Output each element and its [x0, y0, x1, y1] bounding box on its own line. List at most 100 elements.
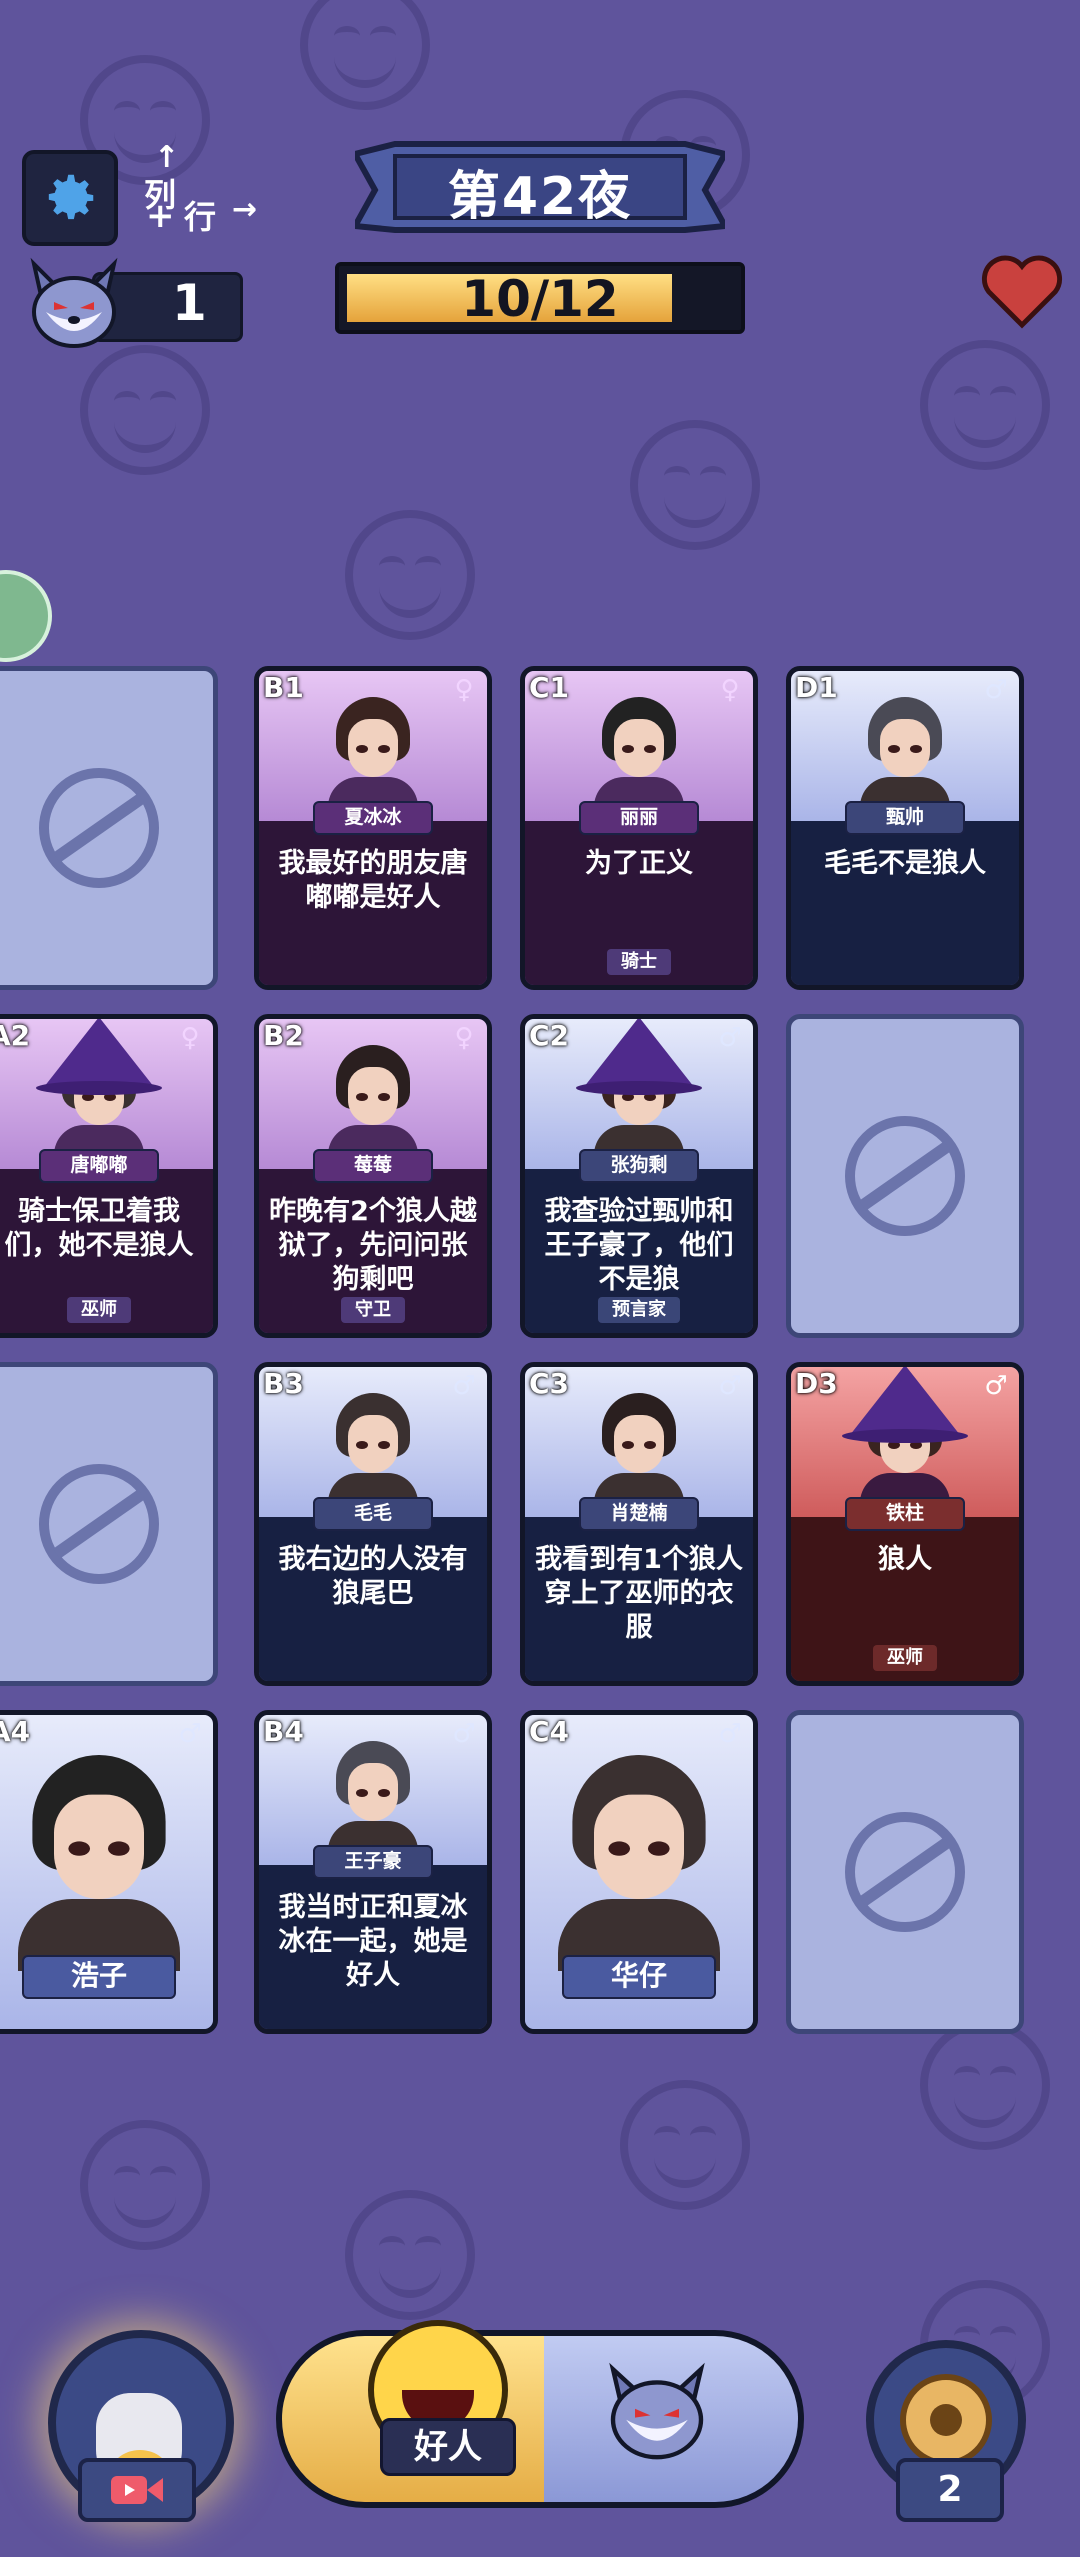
card-coordinate: B2 — [263, 1019, 304, 1052]
female-icon: ♀ — [454, 675, 474, 705]
character-card[interactable]: C1 ♀ 丽丽 为了正义 骑士 — [520, 666, 758, 990]
card-coordinate: A2 — [0, 1019, 31, 1052]
female-icon: ♀ — [720, 675, 740, 705]
night-title: 第42夜 — [447, 167, 633, 227]
character-card[interactable]: C2 ♂ 张狗剩我查验过甄帅和王子豪了，他们不是狼 预言家 — [520, 1014, 758, 1338]
wolf-counter: 1 — [22, 257, 243, 348]
empty-card[interactable] — [0, 666, 218, 990]
character-statement: 我右边的人没有狼尾巴 — [278, 1544, 468, 1609]
character-statement: 我最好的朋友唐嘟嘟是好人 — [278, 848, 468, 913]
female-icon: ♀ — [454, 1023, 474, 1053]
night-banner: 第42夜 — [355, 140, 725, 235]
wolf-side-icon — [609, 2362, 705, 2460]
male-icon: ♂ — [452, 1719, 476, 1749]
card-coordinate: B4 — [263, 1715, 304, 1748]
video-button[interactable] — [78, 2458, 196, 2522]
female-icon: ♀ — [180, 1023, 200, 1053]
character-statement: 狼人 — [878, 1544, 932, 1575]
character-card[interactable]: C4 ♂ 华仔 — [520, 1710, 758, 2034]
character-statement: 昨晚有2个狼人越狱了，先问问张狗剩吧 — [269, 1196, 477, 1295]
male-icon: ♂ — [178, 1719, 202, 1749]
card-coordinate: D3 — [795, 1367, 838, 1400]
role-badge: 巫师 — [67, 1297, 131, 1323]
character-portrait — [842, 1367, 968, 1513]
male-icon: ♂ — [984, 1371, 1008, 1401]
empty-card[interactable] — [0, 1362, 218, 1686]
character-name: 华仔 — [562, 1955, 716, 1999]
card-coordinate: D1 — [795, 671, 838, 704]
character-card[interactable]: A4 ♂ 浩子 — [0, 1710, 218, 2034]
gear-icon — [48, 174, 94, 220]
character-name: 莓莓 — [313, 1149, 433, 1183]
character-statement: 为了正义 — [585, 848, 693, 879]
character-portrait — [328, 697, 418, 817]
good-label: 好人 — [380, 2418, 516, 2476]
empty-card[interactable] — [786, 1014, 1024, 1338]
male-icon: ♂ — [984, 675, 1008, 705]
male-icon: ♂ — [718, 1719, 742, 1749]
character-name: 王子豪 — [313, 1845, 433, 1879]
empty-card[interactable] — [786, 1710, 1024, 2034]
video-icon — [111, 2476, 163, 2504]
male-icon: ♂ — [718, 1023, 742, 1053]
character-card[interactable]: C3 ♂ 肖楚楠 我看到有1个狼人穿上了巫师的衣服 — [520, 1362, 758, 1686]
settings-button[interactable] — [22, 150, 118, 246]
row-label: 行 — [184, 198, 217, 236]
cross-icon: + — [146, 196, 175, 236]
ban-icon — [39, 768, 159, 888]
character-name: 张狗剩 — [579, 1149, 699, 1183]
eye-icon — [900, 2374, 992, 2466]
character-portrait — [328, 1393, 418, 1513]
arrow-right-icon: → — [232, 192, 258, 227]
card-coordinate: B3 — [263, 1367, 304, 1400]
character-card[interactable]: B3 ♂ 毛毛我右边的人没有狼尾巴 — [254, 1362, 492, 1686]
character-portrait — [36, 1019, 162, 1165]
role-badge: 骑士 — [607, 949, 671, 975]
character-card[interactable]: B1 ♀ 夏冰冰 我最好的朋友唐嘟嘟是好人 — [254, 666, 492, 990]
heart-icon[interactable] — [980, 250, 1064, 330]
character-portrait — [18, 1755, 180, 1971]
character-statement: 我查验过甄帅和王子豪了，他们不是狼 — [544, 1196, 734, 1295]
card-coordinate: C2 — [529, 1019, 570, 1052]
ban-icon — [39, 1464, 159, 1584]
role-badge: 巫师 — [873, 1645, 937, 1671]
character-card[interactable]: D3 ♂ 铁柱狼人巫师 — [786, 1362, 1024, 1686]
side-toggle[interactable] — [276, 2330, 804, 2508]
male-icon: ♂ — [718, 1371, 742, 1401]
character-statement: 我当时正和夏冰冰在一起，她是好人 — [278, 1892, 468, 1991]
card-coordinate: A4 — [0, 1715, 31, 1748]
card-coordinate: C4 — [529, 1715, 570, 1748]
character-name: 毛毛 — [313, 1497, 433, 1531]
ban-icon — [845, 1812, 965, 1932]
orientation-hint: ↑ 列 + 行 → — [140, 140, 257, 240]
character-card[interactable]: B4 ♂ 王子豪我当时正和夏冰冰在一起，她是好人 — [254, 1710, 492, 2034]
character-portrait — [576, 1019, 702, 1165]
character-card[interactable]: A2 ♀ 唐嘟嘟骑士保卫着我们，她不是狼人巫师 — [0, 1014, 218, 1338]
side-tab[interactable] — [0, 570, 52, 662]
progress-text: 10/12 — [461, 270, 619, 328]
role-badge: 守卫 — [341, 1297, 405, 1323]
character-statement: 骑士保卫着我们，她不是狼人 — [4, 1196, 194, 1261]
character-name: 浩子 — [22, 1955, 176, 1999]
character-portrait — [328, 1045, 418, 1165]
card-coordinate: B1 — [263, 671, 304, 704]
character-portrait — [558, 1755, 720, 1971]
character-portrait — [594, 697, 684, 817]
progress-bar: 10/12 — [335, 262, 745, 334]
character-card[interactable]: B2 ♀ 莓莓昨晚有2个狼人越狱了，先问问张狗剩吧 守卫 — [254, 1014, 492, 1338]
male-icon: ♂ — [452, 1371, 476, 1401]
ban-icon — [845, 1116, 965, 1236]
character-name: 丽丽 — [579, 801, 699, 835]
character-name: 铁柱 — [845, 1497, 965, 1531]
character-statement: 我看到有1个狼人穿上了巫师的衣服 — [535, 1544, 743, 1643]
character-card[interactable]: D1 ♂ 甄帅毛毛不是狼人 — [786, 666, 1024, 990]
character-portrait — [860, 697, 950, 817]
eye-count: 2 — [896, 2458, 1004, 2522]
character-name: 甄帅 — [845, 801, 965, 835]
card-coordinate: C3 — [529, 1367, 570, 1400]
character-name: 唐嘟嘟 — [39, 1149, 159, 1183]
role-badge: 预言家 — [598, 1297, 680, 1323]
character-portrait — [594, 1393, 684, 1513]
wolf-count: 1 — [172, 274, 207, 332]
character-statement: 毛毛不是狼人 — [824, 848, 986, 879]
